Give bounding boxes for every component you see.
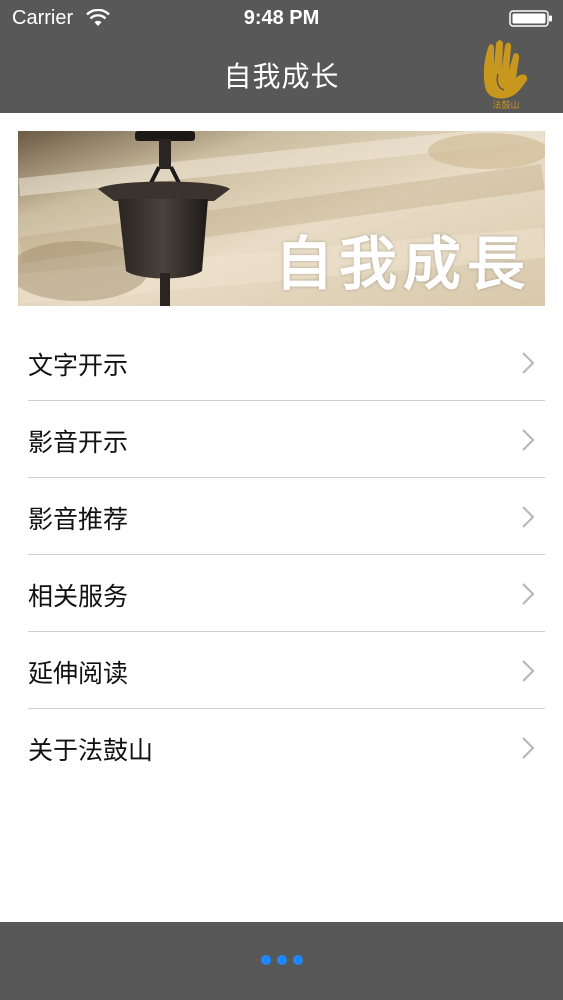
dot — [260, 955, 271, 965]
menu-item-about[interactable]: 关于法鼓山 — [28, 709, 545, 786]
battery-icon — [509, 10, 552, 27]
chevron-right-icon — [522, 506, 535, 528]
banner-title: 自我成長 — [274, 230, 531, 298]
menu-list: 文字开示 影音开示 影音推荐 相关服务 延伸阅读 关于法鼓山 — [28, 324, 545, 786]
menu-item-video-teachings[interactable]: 影音开示 — [28, 401, 545, 478]
status-bar: Carrier 9:48 PM — [0, 0, 563, 38]
chevron-right-icon — [522, 583, 535, 605]
chevron-right-icon — [522, 660, 535, 682]
menu-item-video-recommendations[interactable]: 影音推荐 — [28, 478, 545, 555]
hero-banner: 自我成長 — [18, 131, 545, 306]
bottom-toolbar — [0, 922, 563, 1000]
menu-item-label: 影音开示 — [28, 428, 129, 457]
chevron-right-icon — [522, 352, 535, 374]
menu-item-label: 关于法鼓山 — [28, 736, 154, 765]
menu-item-related-services[interactable]: 相关服务 — [28, 555, 545, 632]
logo-icon: 法鼓山 — [483, 40, 528, 110]
menu-item-label: 延伸阅读 — [28, 659, 129, 688]
logo-text: 法鼓山 — [492, 99, 519, 110]
app-screen: Carrier 9:48 PM 自我成长 法鼓山 自我成長 文字开示 影音开示 … — [0, 0, 563, 1000]
more-dots-icon[interactable] — [0, 955, 563, 965]
chevron-right-icon — [522, 737, 535, 759]
clock-time: 9:48 PM — [243, 7, 320, 29]
navigation-bar: Carrier 9:48 PM 自我成长 法鼓山 — [0, 0, 563, 113]
chevron-right-icon — [522, 429, 535, 451]
menu-item-text-teachings[interactable]: 文字开示 — [28, 324, 545, 401]
dot — [292, 955, 303, 965]
dot — [276, 955, 287, 965]
menu-item-label: 影音推荐 — [28, 505, 129, 534]
menu-item-further-reading[interactable]: 延伸阅读 — [28, 632, 545, 709]
menu-item-label: 相关服务 — [28, 582, 129, 611]
menu-item-label: 文字开示 — [28, 351, 129, 380]
